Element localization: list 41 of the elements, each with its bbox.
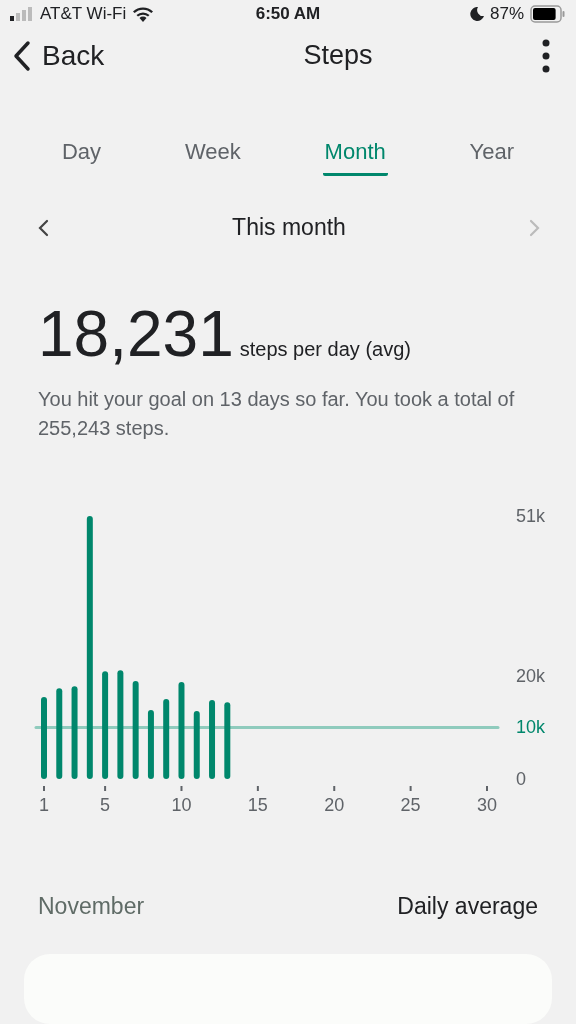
- axis-label: 10: [171, 795, 192, 816]
- axis-label: 20k: [516, 666, 546, 687]
- signal-icon: [10, 6, 34, 21]
- tick-mark: [180, 785, 183, 793]
- axis-label: 0: [516, 769, 526, 790]
- tick-mark: [333, 785, 336, 793]
- tick-mark: [486, 785, 488, 793]
- period-tab[interactable]: Month: [322, 135, 388, 177]
- period-label: This month: [232, 214, 346, 242]
- page-title: Steps: [303, 40, 373, 72]
- more-icon: [542, 38, 550, 73]
- tick-mark: [104, 785, 107, 793]
- unit-text: steps per day (avg): [239, 338, 411, 362]
- battery-percent: 87%: [489, 3, 524, 24]
- axis-label: 30: [477, 795, 497, 816]
- tick-mark: [409, 785, 412, 793]
- average-steps: 18,231: [38, 297, 234, 372]
- moon-icon: [469, 6, 484, 21]
- axis-label: 51k: [516, 506, 546, 527]
- tick-mark: [43, 785, 45, 793]
- battery-icon: [530, 4, 566, 23]
- period-tab[interactable]: Year: [467, 135, 517, 177]
- axis-label: 20: [324, 795, 345, 816]
- axis-label: 10k: [516, 717, 546, 738]
- section-header: Daily average: [397, 893, 538, 921]
- carrier-text: AT&T Wi-Fi: [40, 3, 127, 24]
- section-title: November: [38, 893, 145, 921]
- period-tab[interactable]: Week: [182, 135, 243, 177]
- bar: [147, 710, 154, 780]
- axis-label: 25: [400, 795, 421, 816]
- axis-label: 1: [39, 795, 49, 816]
- chevron-left-icon: [12, 39, 32, 72]
- tick-mark: [256, 785, 259, 793]
- wifi-icon: [132, 5, 155, 22]
- clock-text: 6:50 AM: [255, 3, 321, 24]
- axis-label: 15: [247, 795, 268, 816]
- period-tab[interactable]: Day: [59, 135, 104, 177]
- summary-text: You hit your goal on 13 days so far. You took a total of 255,243 steps.: [38, 387, 516, 442]
- axis-label: 5: [100, 795, 111, 816]
- back-button[interactable]: Back: [12, 39, 142, 72]
- bar: [193, 711, 200, 780]
